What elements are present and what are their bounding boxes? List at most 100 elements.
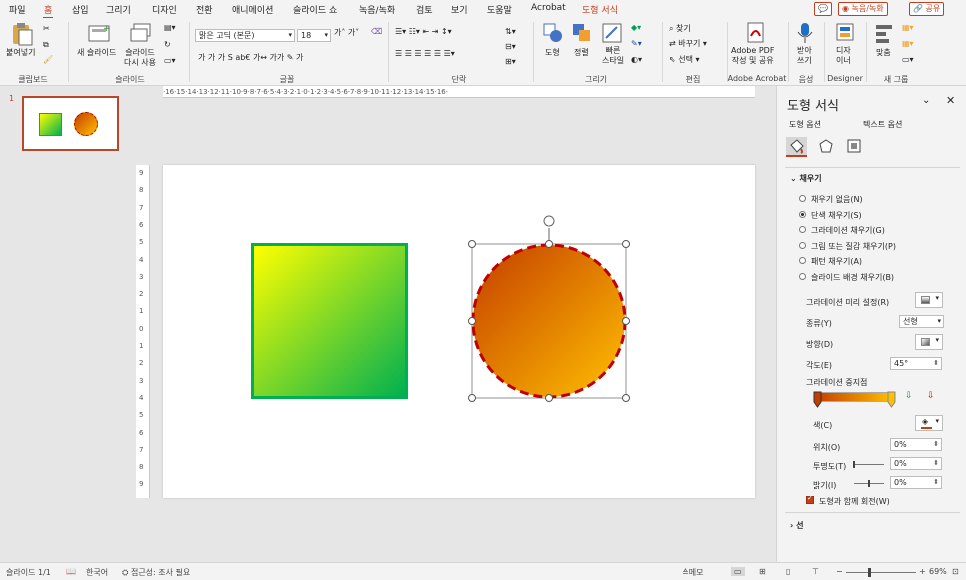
cut-icon[interactable]: ✂ (43, 24, 50, 33)
fill-line-icon[interactable] (786, 137, 807, 157)
gradient-circle-shape[interactable] (463, 214, 635, 402)
brightness-slider[interactable] (854, 480, 884, 487)
tab-help[interactable]: 도움말 (487, 3, 512, 16)
fill-option-picture[interactable]: 그림 또는 질감 채우기(P) (799, 241, 896, 252)
tab-text-options[interactable]: 텍스트 옵션 (863, 119, 902, 130)
fit-button[interactable]: 맞춤 (876, 48, 891, 58)
shape-outline-icon[interactable]: ✎▾ (631, 39, 642, 48)
new-slide-icon[interactable]: + (87, 22, 111, 44)
fill-option-slide-background[interactable]: 슬라이드 배경 채우기(B) (799, 272, 894, 283)
language-indicator[interactable]: 한국어 (86, 567, 108, 578)
gradient-type-select[interactable]: 선형 (899, 315, 944, 328)
paste-icon[interactable] (10, 22, 34, 46)
select-button[interactable]: ⇖ 선택 ▾ (669, 54, 700, 65)
fill-section-header[interactable]: ⌄ 채우기 (790, 173, 822, 184)
zoom-slider[interactable] (846, 568, 916, 577)
tab-design[interactable]: 디자인 (152, 3, 177, 16)
align-icons[interactable]: ☰ ☰ ☰ ☰ ☰ ☰▾ (395, 49, 455, 58)
font-size-select[interactable]: 18 (297, 29, 331, 42)
notes-button[interactable]: ≙메모 (682, 567, 703, 578)
tab-file[interactable]: 파일 (9, 3, 26, 16)
fill-option-none[interactable]: 채우기 없음(N) (799, 194, 863, 205)
find-button[interactable]: ⌕ 찾기 (669, 23, 691, 34)
tab-transitions[interactable]: 전환 (196, 3, 213, 16)
replace-button[interactable]: ⇄ 바꾸기 ▾ (669, 38, 707, 49)
grow-font-icon[interactable]: 가˄ 가˅ (334, 27, 359, 38)
new-slide-button[interactable]: 새 슬라이드 (77, 48, 116, 58)
tab-slideshow[interactable]: 슬라이드 쇼 (293, 3, 337, 16)
spellcheck-icon[interactable]: 📖 (66, 567, 76, 576)
accessibility-status[interactable]: ⛭ 접근성: 조사 필요 (122, 567, 190, 578)
newgroup-icon-1[interactable]: ▦▾ (902, 23, 914, 32)
shape-fill-icon[interactable]: ◆▾ (631, 23, 641, 32)
fill-option-gradient[interactable]: 그라데이션 채우기(G) (799, 225, 885, 236)
size-properties-icon[interactable] (847, 139, 861, 153)
fit-icon[interactable] (874, 22, 894, 44)
slide-thumbnail[interactable] (22, 96, 119, 151)
slide-sorter-icon[interactable]: ⊞ (759, 567, 766, 576)
fit-slide-icon[interactable]: ⊡ (952, 567, 959, 576)
adobe-pdf-icon[interactable] (746, 22, 766, 44)
tab-home[interactable]: 홈 (42, 3, 54, 19)
shapes-button[interactable]: 도형 (545, 48, 560, 58)
brightness-input[interactable]: 0% (890, 476, 942, 489)
dictate-button[interactable]: 받아 쓰기 (797, 46, 812, 66)
tab-acrobat[interactable]: Acrobat (531, 3, 566, 13)
clear-format-icon[interactable]: ⌫ (371, 27, 382, 36)
designer-button[interactable]: 디자 이너 (836, 46, 851, 66)
gradient-direction-button[interactable]: ▾ (915, 334, 943, 350)
gradient-angle-input[interactable]: 45° (890, 357, 942, 370)
comment-button[interactable]: 💬 (814, 2, 832, 16)
shape-effects-icon[interactable]: ◐▾ (631, 55, 642, 64)
paste-button[interactable]: 붙여넣기 (6, 48, 35, 58)
tab-record[interactable]: 녹음/녹화 (359, 3, 395, 16)
arrange-button[interactable]: 정렬 (574, 48, 589, 58)
font-format-row[interactable]: 가 가 가 S ab€ 가↔ 가가 ✎ 가 (198, 52, 303, 63)
text-direction-icon[interactable]: ⇅▾ (505, 27, 516, 36)
copy-icon[interactable]: ⧉ (43, 40, 49, 50)
remove-stop-icon[interactable]: ⇩ (927, 391, 935, 401)
fill-option-pattern[interactable]: 패턴 채우기(A) (799, 256, 862, 267)
rotate-with-shape-checkbox[interactable]: ✓ (806, 494, 814, 504)
effects-icon[interactable] (819, 139, 833, 153)
preset-gradient-button[interactable]: ▾ (915, 292, 943, 308)
stop-position-input[interactable]: 0% (890, 438, 942, 451)
create-pdf-button[interactable]: Adobe PDF 작성 및 공유 (731, 46, 774, 66)
quick-styles-icon[interactable] (601, 22, 623, 44)
fill-option-solid[interactable]: 단색 채우기(S) (799, 210, 862, 221)
smartart-icon[interactable]: ⊞▾ (505, 57, 516, 66)
stop-color-button[interactable]: ◈ ▾ (915, 415, 943, 431)
newgroup-icon-2[interactable]: ▦▾ (902, 39, 914, 48)
zoom-in-icon[interactable]: + (919, 567, 926, 576)
reset-icon[interactable]: ↻ (164, 40, 171, 49)
normal-view-icon[interactable]: ▭ (731, 567, 745, 576)
shapes-icon[interactable] (542, 22, 564, 44)
bullets-icon[interactable]: ☰▾ ☷▾ ⇤ ⇥ ↕▾ (395, 27, 452, 36)
tab-review[interactable]: 검토 (416, 3, 433, 16)
section-icon[interactable]: ▭▾ (164, 56, 176, 65)
tab-insert[interactable]: 삽입 (72, 3, 89, 16)
layout-icon[interactable]: ▤▾ (164, 23, 176, 32)
add-stop-icon[interactable]: ⇩ (905, 391, 913, 401)
zoom-level[interactable]: 69% (929, 567, 947, 576)
gradient-stop-handle-1[interactable] (813, 388, 822, 410)
reading-view-icon[interactable]: ▯ (786, 567, 790, 576)
gradient-square-shape[interactable] (251, 243, 408, 399)
zoom-out-icon[interactable]: − (836, 567, 843, 576)
tab-shape-options[interactable]: 도형 옵션 (789, 119, 821, 130)
line-section-header[interactable]: › 선 (790, 520, 803, 531)
gradient-stop-handle-2[interactable] (887, 388, 896, 410)
align-text-icon[interactable]: ⊟▾ (505, 42, 516, 51)
reuse-slides-icon[interactable] (130, 22, 152, 44)
designer-icon[interactable] (835, 22, 855, 44)
record-button[interactable]: ◉ 녹음/녹화 (838, 2, 888, 16)
newgroup-icon-3[interactable]: ▭▾ (902, 55, 914, 64)
tab-animations[interactable]: 애니메이션 (232, 3, 273, 16)
share-button[interactable]: 🔗 공유 (909, 2, 945, 16)
microphone-icon[interactable] (796, 22, 814, 44)
transparency-input[interactable]: 0% (890, 457, 942, 470)
quick-styles-button[interactable]: 빠른 스타일 (602, 46, 624, 66)
slide-canvas[interactable] (163, 165, 755, 498)
font-name-select[interactable]: 맑은 고딕 (본문) (195, 29, 295, 42)
gradient-stops-bar[interactable] (815, 392, 893, 402)
